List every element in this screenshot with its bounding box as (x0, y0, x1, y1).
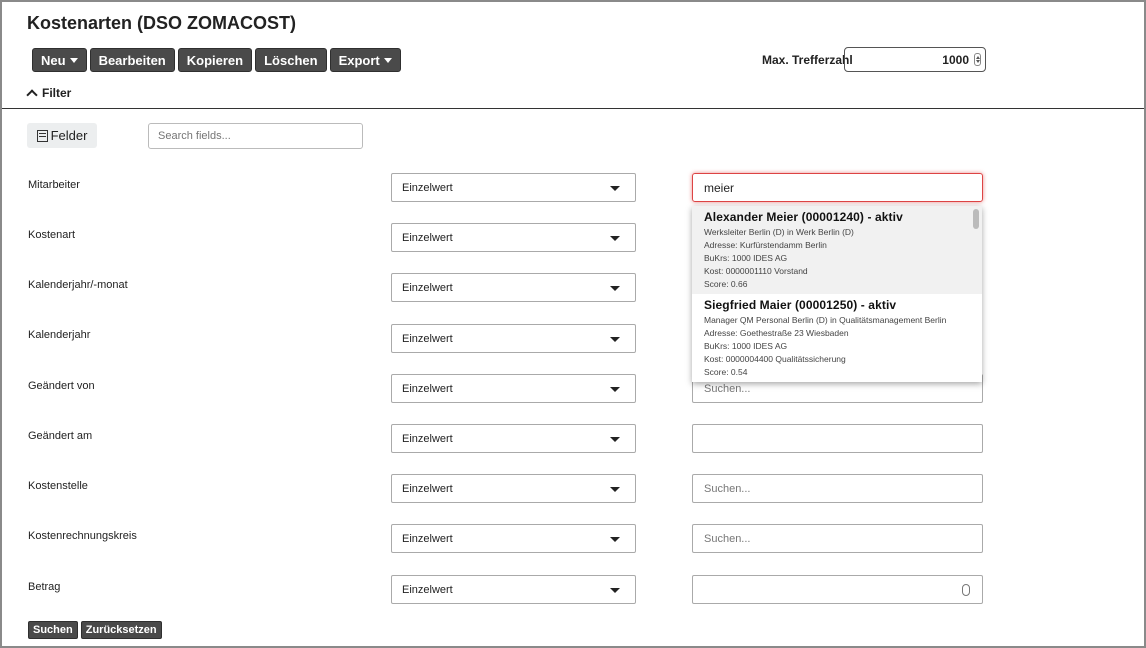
caret-down-icon (610, 487, 620, 492)
caret-down-icon (610, 186, 620, 191)
toolbar: Neu Bearbeiten Kopieren Löschen Export (32, 48, 401, 72)
search-fields-input[interactable] (148, 123, 363, 149)
suggestion-name: Siegfried Maier (00001250) - aktiv (704, 298, 897, 312)
reset-button[interactable]: Zurücksetzen (80, 621, 162, 639)
page-title: Kostenarten (DSO ZOMACOST) (27, 13, 297, 33)
suggestion-detail: Kost: 0000004400 Qualitätssicherung (704, 354, 846, 364)
caret-down-icon (610, 537, 620, 542)
field-label-geaendert-am: Geändert am (28, 430, 93, 442)
field-label-kostenstelle: Kostenstelle (28, 480, 88, 492)
suggestion-detail: Werksleiter Berlin (D) in Werk Berlin (D… (704, 227, 854, 237)
export-button-label: Export (338, 52, 380, 68)
list-icon (36, 129, 48, 142)
mode-select-kostenrechnungskreis[interactable]: Einzelwert (391, 524, 636, 553)
suggestion-detail: BuKrs: 1000 IDES AG (704, 253, 788, 263)
value-input-betrag[interactable] (692, 575, 983, 604)
mode-select-mitarbeiter[interactable]: Einzelwert (391, 173, 636, 202)
value-input-geaendert-am[interactable] (692, 424, 983, 453)
suggestion-name: Alexander Meier (00001240) - aktiv (704, 210, 903, 224)
new-button[interactable]: Neu (32, 48, 87, 72)
mode-select-kalenderjahr[interactable]: Einzelwert (391, 324, 636, 353)
field-label-geaendert-von: Geändert von (28, 380, 95, 392)
value-input-kostenrechnungskreis[interactable]: Suchen... (692, 524, 983, 553)
suggestion-item[interactable]: Siegfried Maier (00001250) - aktiv Manag… (692, 294, 982, 382)
mode-select-value: Einzelwert (402, 332, 453, 345)
field-label-betrag: Betrag (28, 581, 61, 593)
mode-select-geaendert-am[interactable]: Einzelwert (391, 424, 636, 453)
caret-down-icon (383, 57, 392, 63)
edit-button[interactable]: Bearbeiten (89, 48, 175, 72)
suggestion-detail: Manager QM Personal Berlin (D) in Qualit… (704, 315, 947, 325)
field-label-kostenrechnungskreis: Kostenrechnungskreis (28, 530, 137, 542)
mode-select-kostenstelle[interactable]: Einzelwert (391, 474, 636, 503)
mode-select-kalenderjahr-monat[interactable]: Einzelwert (391, 273, 636, 302)
mode-select-value: Einzelwert (402, 231, 453, 244)
chevron-up-icon (26, 89, 38, 101)
field-label-kalenderjahr: Kalenderjahr (28, 329, 91, 341)
mode-select-value: Einzelwert (402, 583, 453, 596)
suggestion-detail: Score: 0.66 (704, 279, 748, 289)
fields-button-label: Felder (50, 128, 88, 143)
mode-select-value: Einzelwert (402, 281, 453, 294)
mode-select-kostenart[interactable]: Einzelwert (391, 223, 636, 252)
value-input-text: meier (704, 180, 735, 195)
fields-button[interactable]: Felder (27, 123, 97, 148)
search-button[interactable]: Suchen (28, 621, 78, 639)
spinner-icon[interactable] (962, 584, 970, 596)
action-bar: Suchen Zurücksetzen (28, 621, 162, 639)
autocomplete-dropdown: Alexander Meier (00001240) - aktiv Werks… (692, 206, 982, 382)
suggestion-detail: Adresse: Kurfürstendamm Berlin (704, 240, 827, 250)
field-label-mitarbeiter: Mitarbeiter (28, 179, 80, 191)
suggestion-detail: Score: 0.54 (704, 367, 748, 377)
new-button-label: Neu (41, 52, 66, 68)
caret-down-icon (610, 387, 620, 392)
field-label-kostenart: Kostenart (28, 229, 76, 241)
mode-select-value: Einzelwert (402, 532, 453, 545)
filter-toggle-label: Filter (42, 86, 72, 100)
delete-button[interactable]: Löschen (255, 48, 327, 72)
mode-select-betrag[interactable]: Einzelwert (391, 575, 636, 604)
mode-select-geaendert-von[interactable]: Einzelwert (391, 374, 636, 403)
value-input-placeholder: Suchen... (704, 482, 751, 495)
caret-down-icon (69, 57, 78, 63)
caret-down-icon (610, 236, 620, 241)
field-label-kalenderjahr-monat: Kalenderjahr/-monat (28, 279, 128, 291)
mode-select-value: Einzelwert (402, 482, 453, 495)
suggestion-item[interactable]: Alexander Meier (00001240) - aktiv Werks… (692, 206, 982, 294)
caret-down-icon (610, 437, 620, 442)
mode-select-value: Einzelwert (402, 181, 453, 194)
value-input-placeholder: Suchen... (704, 532, 751, 545)
spinner-icon[interactable] (974, 53, 981, 66)
max-hits-label: Max. Trefferzahl (762, 53, 853, 67)
caret-down-icon (610, 337, 620, 342)
caret-down-icon (610, 588, 620, 593)
suggestion-detail: Adresse: Goethestraße 23 Wiesbaden (704, 328, 849, 338)
mode-select-value: Einzelwert (402, 382, 453, 395)
max-hits-input[interactable]: 1000 (844, 47, 986, 72)
app-window: Kostenarten (DSO ZOMACOST) Neu Bearbeite… (0, 0, 1146, 648)
value-input-kostenstelle[interactable]: Suchen... (692, 474, 983, 503)
max-hits-value: 1000 (942, 52, 969, 67)
mode-select-value: Einzelwert (402, 432, 453, 445)
caret-down-icon (610, 286, 620, 291)
filter-toggle[interactable]: Filter (26, 86, 72, 101)
export-button[interactable]: Export (329, 48, 401, 72)
value-input-mitarbeiter[interactable]: meier (692, 173, 983, 202)
suggestion-detail: Kost: 0000001110 Vorstand (704, 266, 808, 276)
suggestion-detail: BuKrs: 1000 IDES AG (704, 341, 788, 351)
divider (2, 108, 1144, 109)
copy-button[interactable]: Kopieren (177, 48, 253, 72)
value-input-placeholder: Suchen... (704, 382, 751, 395)
dropdown-scrollbar[interactable] (973, 209, 979, 229)
